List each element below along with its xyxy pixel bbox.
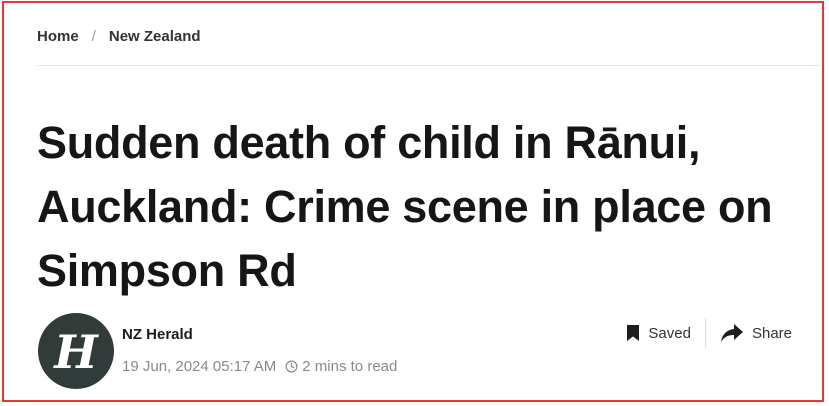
bookmark-icon [627,325,640,341]
author-name[interactable]: NZ Herald [122,326,193,343]
author-avatar[interactable]: H [38,313,114,389]
divider [37,65,820,66]
clock-icon [285,360,298,373]
article-headline: Sudden death of child in Rānui, Auckland… [37,117,773,296]
breadcrumb-separator: / [91,28,96,45]
breadcrumb: Home / New Zealand [37,28,201,45]
share-button[interactable]: Share [720,323,792,343]
saved-label: Saved [648,324,691,342]
publish-date: 19 Jun, 2024 05:17 AM [122,358,277,375]
article-header-frame: Home / New Zealand Sudden death of child… [2,1,824,402]
article-actions: Saved Share [626,317,792,349]
read-time-label: 2 mins to read [302,358,398,375]
actions-separator [704,318,706,348]
breadcrumb-home-link[interactable]: Home [37,28,79,45]
share-label: Share [751,324,792,342]
article-meta: 19 Jun, 2024 05:17 AM 2 mins to read [122,358,397,375]
nz-herald-logo-icon: H [52,325,99,378]
saved-button[interactable]: Saved [626,324,691,342]
read-time: 2 mins to read [285,358,397,375]
share-arrow-icon [720,324,743,342]
svg-text:H: H [52,325,99,378]
breadcrumb-section-link[interactable]: New Zealand [109,28,201,45]
